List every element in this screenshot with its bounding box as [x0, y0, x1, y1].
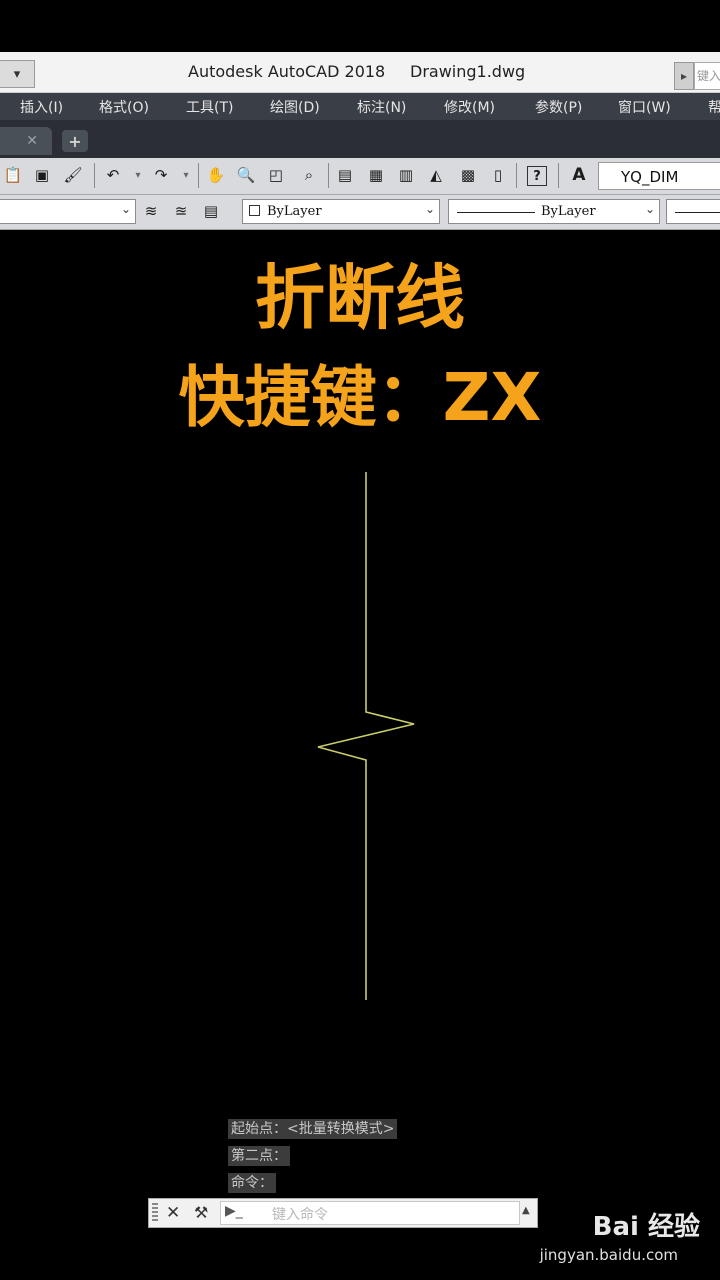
wrench-icon[interactable]: ⚒: [194, 1203, 208, 1222]
command-placeholder: 键入命令: [272, 1207, 328, 1223]
command-history-line: 命令：: [228, 1173, 276, 1193]
break-line-entity[interactable]: [317, 472, 415, 1000]
command-history-line: 第二点：: [228, 1146, 290, 1166]
command-history-line: 起始点：<批量转换模式>: [228, 1119, 398, 1139]
drag-handle[interactable]: [152, 1203, 158, 1223]
drawing-canvas[interactable]: [0, 0, 720, 1280]
watermark-brand: Bai 经验: [592, 1212, 700, 1242]
close-icon[interactable]: ✕: [166, 1203, 180, 1223]
command-input[interactable]: [220, 1201, 520, 1225]
chevron-up-icon[interactable]: ▲: [522, 1205, 530, 1216]
watermark-url: jingyan.baidu.com: [539, 1246, 678, 1264]
command-prompt-icon[interactable]: ▶_: [225, 1203, 243, 1219]
